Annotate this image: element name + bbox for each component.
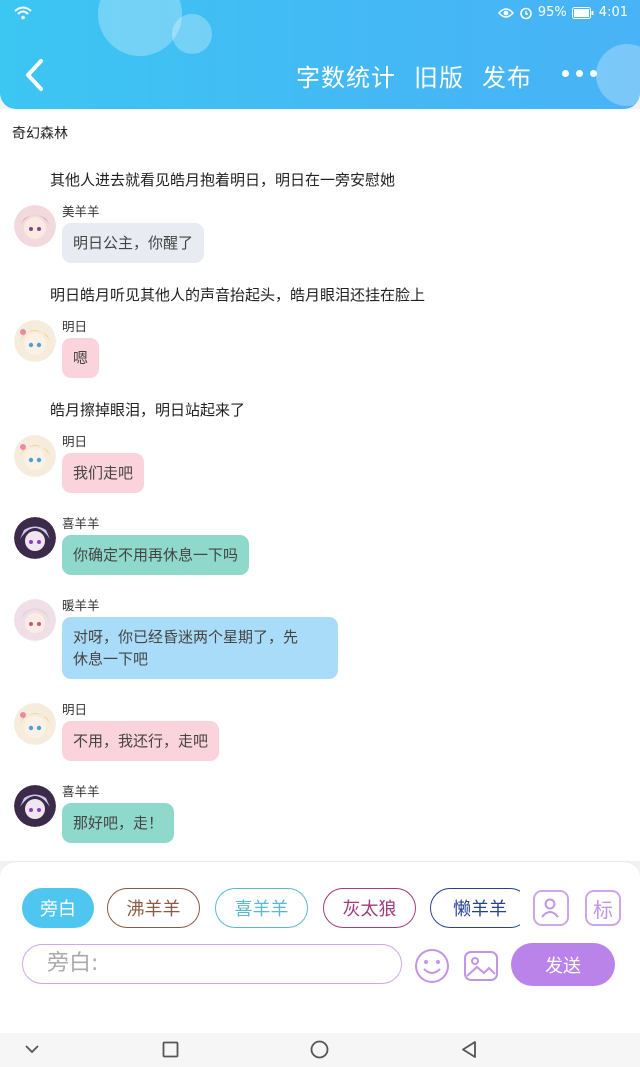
battery-percent: 95% [537, 5, 567, 20]
avatar [14, 785, 56, 827]
speaker-name: 喜羊羊 [62, 516, 100, 531]
avatar [14, 517, 56, 559]
old-version-button[interactable]: 旧版 [414, 58, 464, 93]
narration-line: 明日皓月听见其他人的声音抬起头，皓月眼泪还挂在脸上 [50, 286, 426, 304]
role-chip[interactable]: 灰太狼 [323, 888, 416, 928]
home-circle-icon[interactable] [310, 1040, 329, 1059]
avatar [14, 320, 56, 362]
chat-message[interactable]: 美羊羊 明日公主，你醒了 [14, 204, 205, 263]
role-chip-row: 旁白 沸羊羊 喜羊羊 灰太狼 懒羊羊 [22, 888, 520, 932]
character-manage-icon[interactable] [533, 890, 569, 926]
avatar [14, 435, 56, 477]
status-bar: 95% 4:01 [0, 0, 640, 28]
publish-button[interactable]: 发布 [482, 58, 532, 93]
clock-time: 4:01 [598, 5, 628, 20]
top-app-bar: 95% 4:01 字数统计 旧版 发布 [0, 0, 640, 109]
message-bubble: 我们走吧 [62, 453, 145, 493]
message-input[interactable]: 旁白: [22, 944, 402, 984]
narration-line: 其他人进去就看见皓月抱着明日，明日在一旁安慰她 [50, 171, 396, 189]
back-triangle-icon[interactable] [460, 1040, 477, 1059]
speaker-name: 明日 [62, 702, 88, 717]
recents-square-icon[interactable] [162, 1041, 179, 1058]
avatar [14, 205, 56, 247]
word-count-button[interactable]: 字数统计 [296, 58, 396, 93]
story-content: 奇幻森林 其他人进去就看见皓月抱着明日，明日在一旁安慰她 美羊羊 明日公主，你醒… [0, 109, 640, 861]
message-bubble: 那好吧，走！ [62, 803, 175, 843]
role-chip[interactable]: 懒羊羊 [430, 888, 520, 928]
image-icon[interactable] [462, 947, 500, 985]
chat-message[interactable]: 明日 我们走吧 [14, 434, 145, 493]
more-options-icon[interactable] [562, 70, 597, 77]
avatar [14, 599, 56, 641]
send-button[interactable]: 发送 [511, 943, 615, 986]
speaker-name: 喜羊羊 [62, 784, 100, 799]
speaker-name: 明日 [62, 434, 88, 449]
speaker-name: 暖羊羊 [62, 598, 100, 613]
speaker-name: 美羊羊 [62, 204, 100, 219]
composer-panel: 旁白 沸羊羊 喜羊羊 灰太狼 懒羊羊 标 旁白: 发送 [0, 861, 640, 1033]
chat-message[interactable]: 喜羊羊 那好吧，走！ [14, 784, 175, 843]
message-bubble: 你确定不用再休息一下吗 [62, 535, 250, 575]
wifi-icon [14, 6, 32, 20]
chat-message[interactable]: 喜羊羊 你确定不用再休息一下吗 [14, 516, 250, 575]
message-bubble: 嗯 [62, 338, 100, 378]
system-navigation-bar [0, 1033, 640, 1067]
header-actions: 字数统计 旧版 发布 [296, 58, 532, 93]
message-bubble: 明日公主，你醒了 [62, 223, 205, 263]
message-line: 对呀，你已经昏迷两个星期了，先 [73, 628, 299, 646]
speaker-name: 明日 [62, 319, 88, 334]
eye-icon [497, 7, 514, 18]
avatar [14, 703, 56, 745]
chat-message[interactable]: 明日 不用，我还行，走吧 [14, 702, 220, 761]
back-arrow-icon[interactable] [20, 56, 50, 94]
alarm-icon [520, 7, 532, 19]
message-bubble: 对呀，你已经昏迷两个星期了，先 休息一下吧 [62, 617, 338, 679]
message-line: 休息一下吧 [73, 650, 149, 668]
battery-icon [571, 6, 594, 19]
role-chip[interactable]: 喜羊羊 [215, 888, 308, 928]
chevron-down-icon[interactable] [24, 1043, 40, 1055]
narration-line: 皓月擦掉眼泪，明日站起来了 [50, 401, 246, 419]
mark-button[interactable]: 标 [585, 890, 621, 926]
emoji-icon[interactable] [413, 947, 451, 985]
message-bubble: 不用，我还行，走吧 [62, 721, 220, 761]
chat-message[interactable]: 明日 嗯 [14, 319, 100, 378]
decorative-bubble [596, 44, 640, 106]
chat-message[interactable]: 暖羊羊 对呀，你已经昏迷两个星期了，先 休息一下吧 [14, 598, 338, 679]
story-title: 奇幻森林 [12, 126, 68, 142]
role-chip[interactable]: 沸羊羊 [107, 888, 200, 928]
role-chip-narration[interactable]: 旁白 [22, 888, 94, 928]
